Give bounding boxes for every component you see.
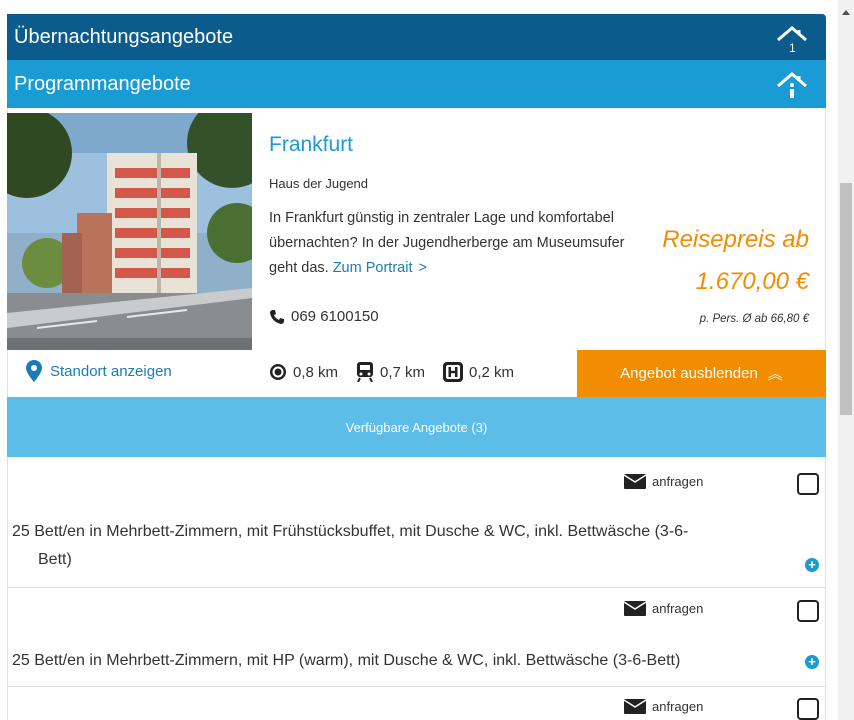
- available-offers-bar[interactable]: Verfügbare Angebote (3): [7, 397, 826, 457]
- offer-checkbox[interactable]: [797, 473, 819, 495]
- enquire-label: anfragen: [652, 601, 704, 616]
- offer-description: 25 Bett/en in Mehrbett-Zimmern, mit Früh…: [12, 518, 688, 574]
- divider: [7, 686, 826, 687]
- price-value: 1.670,00 €: [695, 268, 809, 295]
- price-note: p. Pers. Ø ab 66,80 €: [699, 313, 809, 325]
- show-location-link[interactable]: Standort anzeigen: [26, 360, 172, 382]
- map-pin-icon: [26, 360, 42, 382]
- enquire-label: anfragen: [652, 699, 704, 714]
- distance-train-value: 0,7 km: [380, 363, 426, 381]
- program-header-title: Programmangebote: [14, 72, 191, 95]
- distance-center: 0,8 km: [269, 363, 338, 381]
- envelope-icon: [624, 601, 646, 616]
- hostel-description: In Frankfurt günstig in zentraler Lage u…: [269, 206, 644, 281]
- hostel-name: Haus der Jugend: [269, 176, 369, 191]
- hostel-city: Frankfurt: [269, 133, 354, 156]
- phone-icon: [270, 309, 284, 324]
- distance-bus-value: 0,2 km: [469, 363, 515, 381]
- portrait-link[interactable]: Zum Portrait: [333, 260, 413, 276]
- price-label: Reisepreis ab: [662, 226, 809, 253]
- offer-text-line: 25 Bett/en in Mehrbett-Zimmern, mit HP (…: [12, 652, 681, 669]
- expand-plus-icon[interactable]: +: [805, 558, 819, 572]
- chevron-double-up-icon: ︽: [767, 366, 783, 383]
- phone-number: 069 6100150: [291, 308, 379, 325]
- enquire-label: anfragen: [652, 474, 704, 489]
- chevron-right-icon: >: [418, 260, 427, 276]
- divider: [7, 587, 826, 588]
- description-text: In Frankfurt günstig in zentraler Lage u…: [269, 210, 625, 276]
- scroll-up-arrow-icon[interactable]: [842, 10, 850, 15]
- distance-bus: 0,2 km: [443, 362, 514, 382]
- enquire-link[interactable]: anfragen: [624, 474, 703, 489]
- distance-center-value: 0,8 km: [293, 363, 339, 381]
- enquire-link[interactable]: anfragen: [624, 601, 703, 616]
- envelope-icon: [624, 699, 646, 714]
- hide-offer-label: Angebot ausblenden: [620, 365, 758, 382]
- train-icon: [357, 362, 374, 382]
- house-icon: 1: [777, 26, 807, 54]
- house-info-icon: [777, 72, 807, 98]
- phone[interactable]: 069 6100150: [269, 308, 379, 325]
- hide-offer-button[interactable]: Angebot ausblenden ︽: [577, 350, 826, 397]
- bus-stop-icon: [443, 362, 464, 382]
- offer-checkbox[interactable]: [797, 698, 819, 720]
- scrollbar-thumb[interactable]: [840, 183, 852, 415]
- offer-checkbox[interactable]: [797, 600, 819, 622]
- show-location-label: Standort anzeigen: [50, 362, 172, 380]
- page: Übernachtungsangebote 1 Programmangebote: [0, 0, 854, 720]
- enquire-link[interactable]: anfragen: [624, 699, 703, 714]
- distances: 0,8 km 0,7 km 0,2 km: [269, 362, 524, 382]
- available-offers-label: Verfügbare Angebote (3): [345, 419, 488, 435]
- offer-text-line: 25 Bett/en in Mehrbett-Zimmern, mit Früh…: [12, 523, 689, 540]
- expand-plus-icon[interactable]: +: [805, 655, 819, 669]
- target-icon: [270, 364, 286, 380]
- accommodation-header-title: Übernachtungsangebote: [14, 25, 234, 48]
- distance-train: 0,7 km: [356, 362, 425, 382]
- offer-description: 25 Bett/en in Mehrbett-Zimmern, mit HP (…: [12, 647, 680, 675]
- program-header[interactable]: Programmangebote: [7, 60, 826, 108]
- hostel-photo: [7, 113, 252, 350]
- offer-text-line: Bett): [38, 551, 72, 568]
- svg-text:1: 1: [789, 41, 796, 54]
- accommodation-header[interactable]: Übernachtungsangebote 1: [7, 14, 826, 60]
- envelope-icon: [624, 474, 646, 489]
